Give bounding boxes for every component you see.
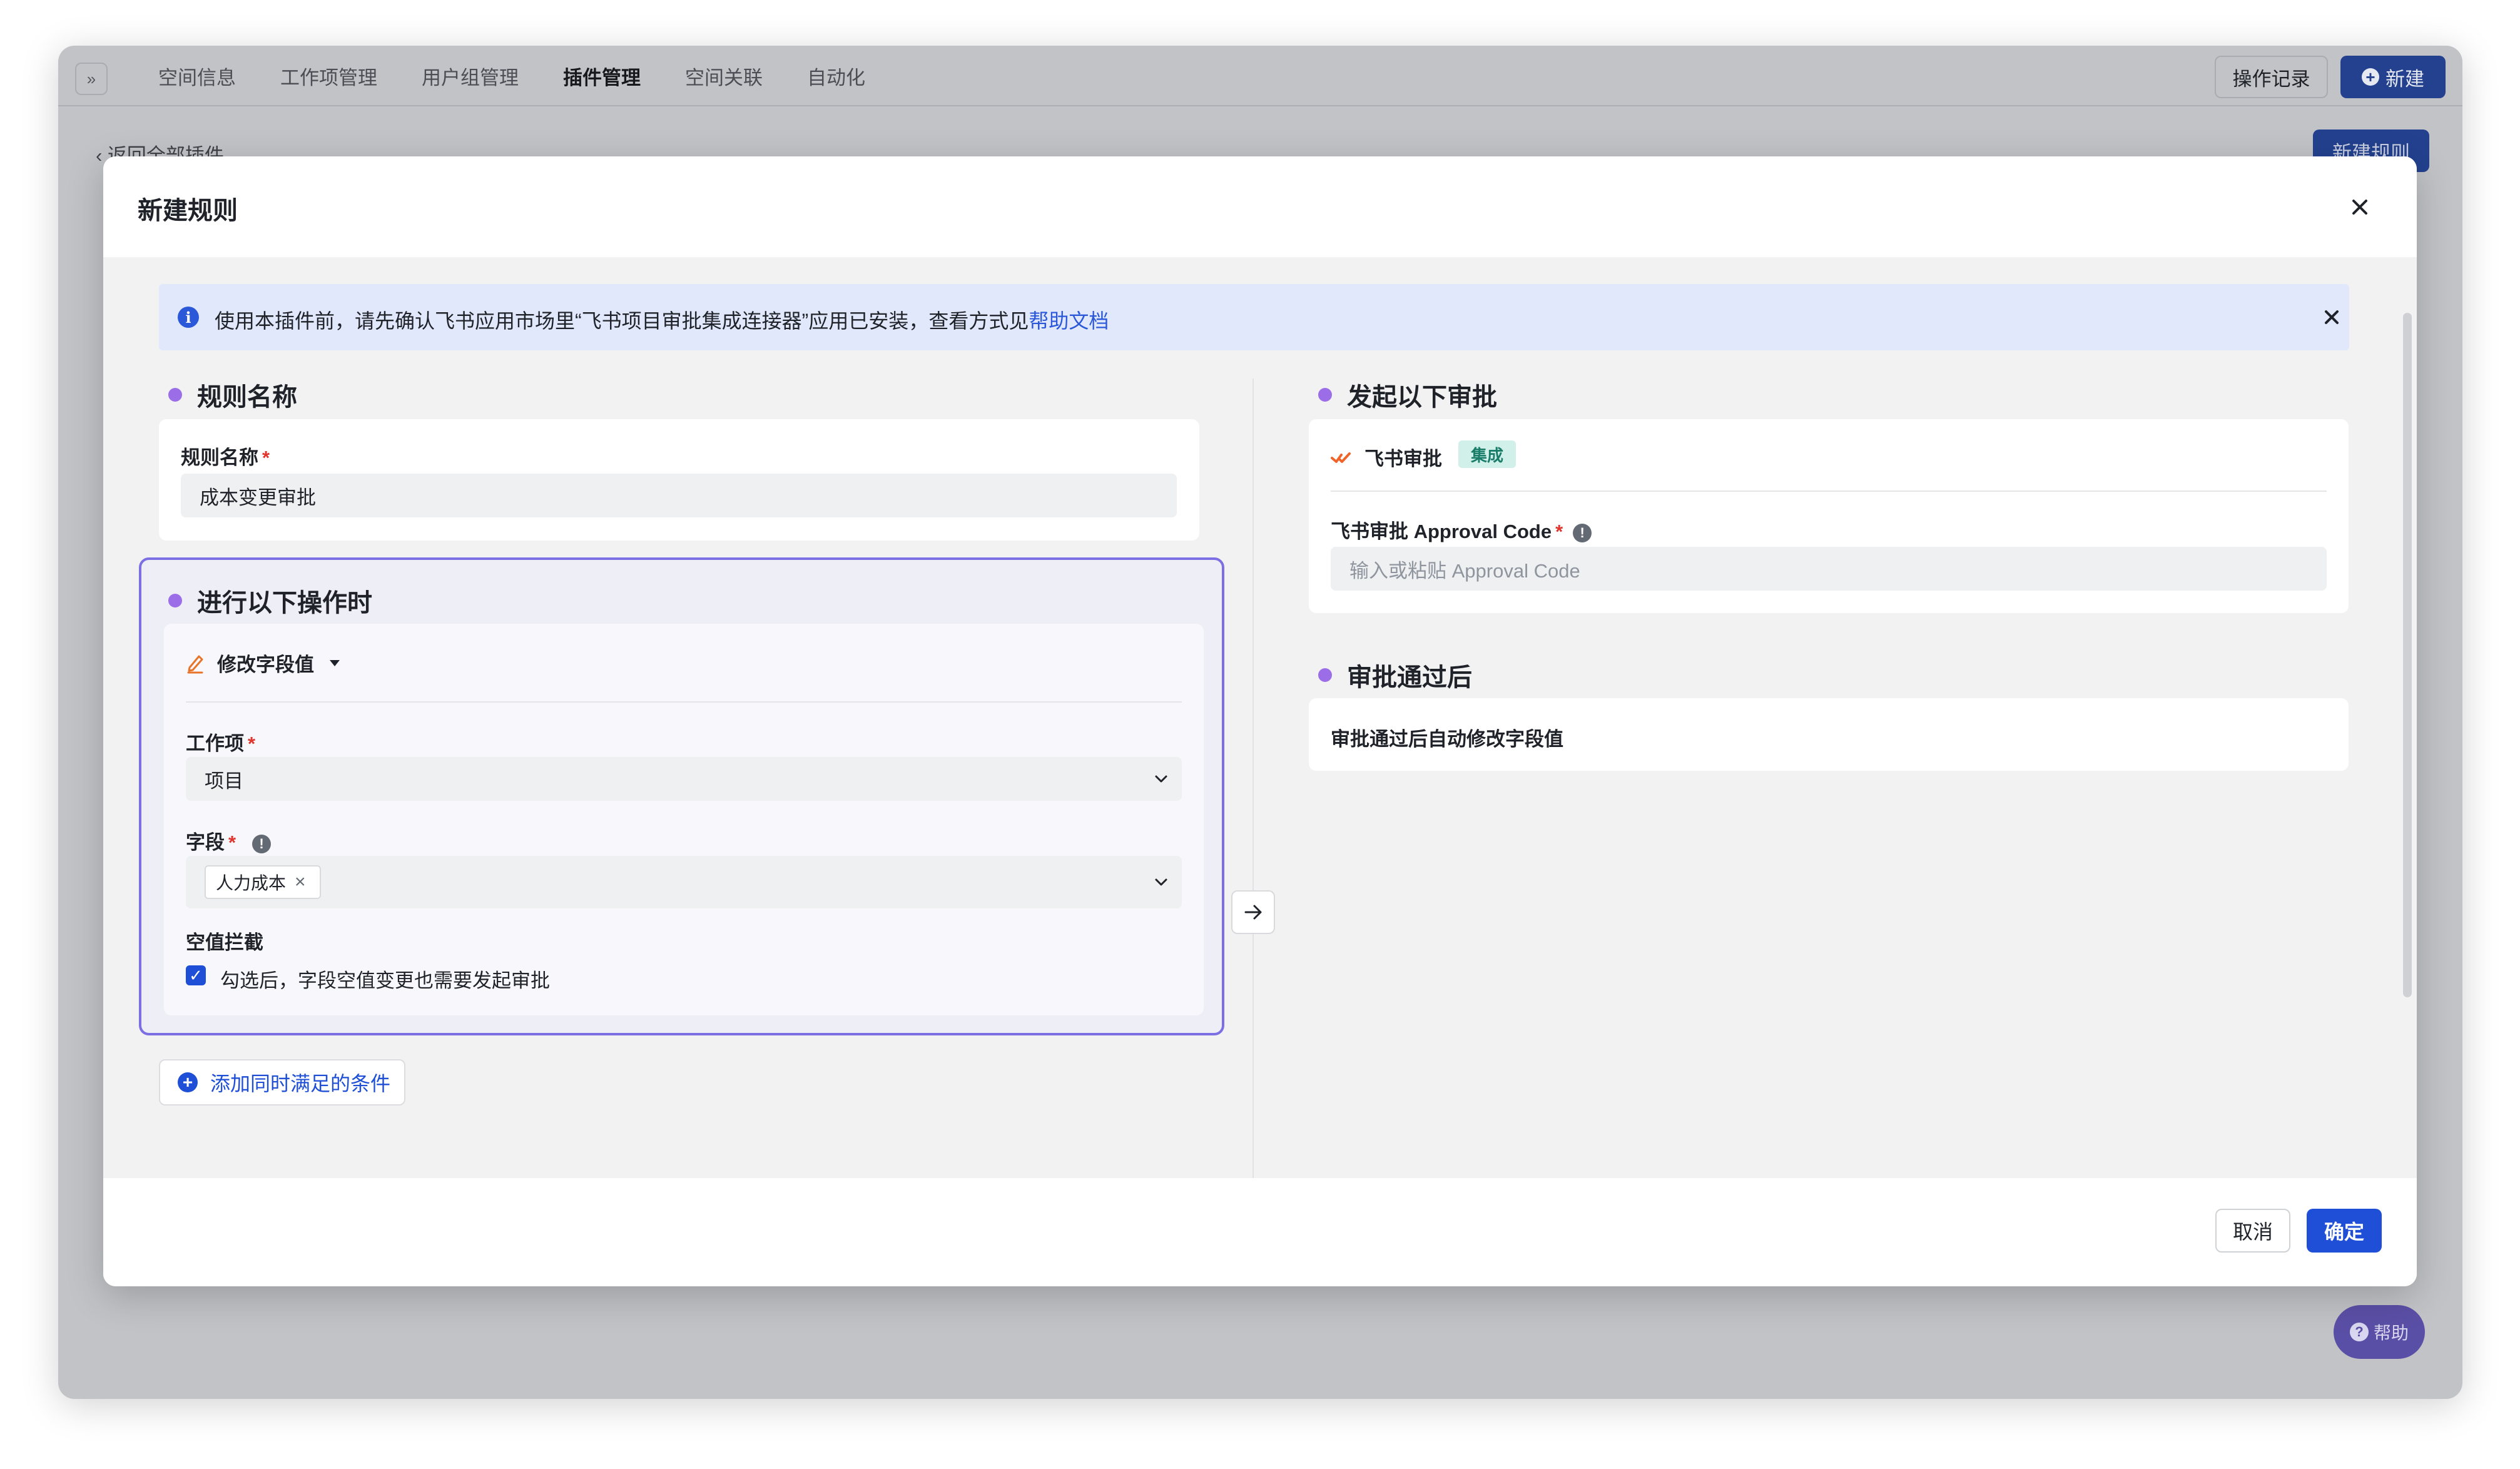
center-divider [1252,379,1254,1178]
trigger-card: 修改字段值 工作项 * 项目 字段 *! 人力成本 × 空值拦截 ✓ 勾选后，字… [164,624,1204,1015]
confirm-button[interactable]: 确定 [2307,1209,2382,1253]
chevron-down-icon [1155,775,1167,783]
approval-code-placeholder: 输入或粘贴 Approval Code [1349,559,1580,582]
work-item-label: 工作项 * [186,733,256,755]
history-button[interactable]: 操作记录 [2215,56,2328,98]
help-doc-link[interactable]: 帮助文档 [1029,310,1109,332]
approval-divider [1331,491,2327,492]
approval-code-info-icon[interactable]: ! [1573,523,1592,542]
tab-user-groups[interactable]: 用户组管理 [422,62,519,90]
rule-name-section-title: 规则名称 [197,384,297,411]
after-card: 审批通过后自动修改字段值 [1309,698,2349,771]
help-label: 帮助 [2373,1323,2409,1343]
tag-remove-icon[interactable]: × [295,872,306,893]
rule-name-section-header: 规则名称 [168,377,297,413]
approval-app: 飞书审批 [1331,443,1442,471]
section-dot [168,594,182,607]
modal-footer [103,1178,2417,1286]
field-tag: 人力成本 × [205,865,321,899]
plus-icon: + [2362,68,2379,86]
work-item-select[interactable]: 项目 [186,757,1182,801]
approval-section-title: 发起以下审批 [1347,384,1497,411]
add-condition-button[interactable]: + 添加同时满足的条件 [159,1059,405,1106]
arrow-right-icon [1244,905,1262,920]
rule-name-input[interactable]: 成本变更审批 [181,474,1177,517]
rule-name-card: 规则名称 * 成本变更审批 [159,419,1199,541]
empty-intercept-label: 空值拦截 [186,932,263,953]
empty-intercept-checkbox[interactable]: ✓ [186,965,206,985]
help-icon: ? [2349,1323,2369,1341]
alert-text: 使用本插件前，请先确认飞书应用市场里“飞书项目审批集成连接器”应用已安装，查看方… [215,310,1109,332]
add-condition-label: 添加同时满足的条件 [210,1072,391,1095]
rule-name-label: 规则名称 * [181,447,270,469]
scrollbar[interactable] [2403,313,2412,997]
tab-space-links[interactable]: 空间关联 [685,62,763,90]
after-text: 审批通过后自动修改字段值 [1331,728,1563,750]
help-button[interactable]: ? 帮助 [2334,1305,2425,1359]
edit-icon [187,655,203,673]
field-info-icon[interactable]: ! [252,834,272,853]
action-label: 修改字段值 [217,654,314,676]
modal-title: 新建规则 [138,197,238,225]
tab-space-info[interactable]: 空间信息 [158,62,236,90]
trigger-section-title: 进行以下操作时 [197,589,372,617]
work-item-value: 项目 [205,770,243,792]
create-button[interactable]: + 新建 [2340,56,2446,98]
caret-down-icon [330,659,340,666]
new-rule-modal: 新建规则 i 使用本插件前，请先确认飞书应用市场里“飞书项目审批集成连接器”应用… [103,156,2417,1286]
approval-code-input[interactable]: 输入或粘贴 Approval Code [1331,547,2327,591]
info-alert: i 使用本插件前，请先确认飞书应用市场里“飞书项目审批集成连接器”应用已安装，查… [159,284,2349,350]
action-selector[interactable]: 修改字段值 [186,649,342,677]
alert-close-icon[interactable] [2319,304,2345,330]
flow-arrow [1231,890,1275,934]
tab-automation[interactable]: 自动化 [807,62,865,90]
create-button-label: 新建 [2385,68,2424,90]
trigger-section-header: 进行以下操作时 [168,582,372,619]
trigger-panel: 进行以下操作时 修改字段值 工作项 * 项目 字段 *! 人力成本 × 空值拦截… [139,557,1224,1035]
close-icon[interactable] [2344,191,2375,223]
after-section-header: 审批通过后 [1318,657,1472,693]
trigger-divider [186,701,1182,703]
field-select[interactable]: 人力成本 × [186,856,1182,908]
approval-section-header: 发起以下审批 [1318,377,1497,413]
section-dot [1318,388,1332,402]
section-dot [168,388,182,402]
approval-app-name: 飞书审批 [1364,448,1442,470]
info-icon: i [178,307,199,328]
empty-intercept-text: 勾选后，字段空值变更也需要发起审批 [220,970,550,992]
tab-work-items[interactable]: 工作项管理 [280,62,377,90]
modal-header: 新建规则 [103,156,2417,257]
tab-plugins[interactable]: 插件管理 [563,62,641,90]
cancel-button[interactable]: 取消 [2215,1209,2290,1253]
expand-sidebar-button[interactable]: » [75,63,108,95]
top-nav: » 空间信息 工作项管理 用户组管理 插件管理 空间关联 自动化 操作记录 + … [58,46,2462,106]
approval-code-label: 飞书审批 Approval Code *! [1331,516,1592,544]
chevron-down-icon [1155,878,1167,886]
plus-icon: + [178,1072,198,1092]
field-tag-label: 人力成本 [216,873,287,893]
field-label: 字段 *! [186,826,272,855]
nav-tabs: 空间信息 工作项管理 用户组管理 插件管理 空间关联 自动化 [158,46,910,106]
section-dot [1318,668,1332,682]
after-section-title: 审批通过后 [1347,664,1472,691]
integration-badge: 集成 [1458,440,1516,468]
feishu-approval-icon [1331,452,1351,463]
